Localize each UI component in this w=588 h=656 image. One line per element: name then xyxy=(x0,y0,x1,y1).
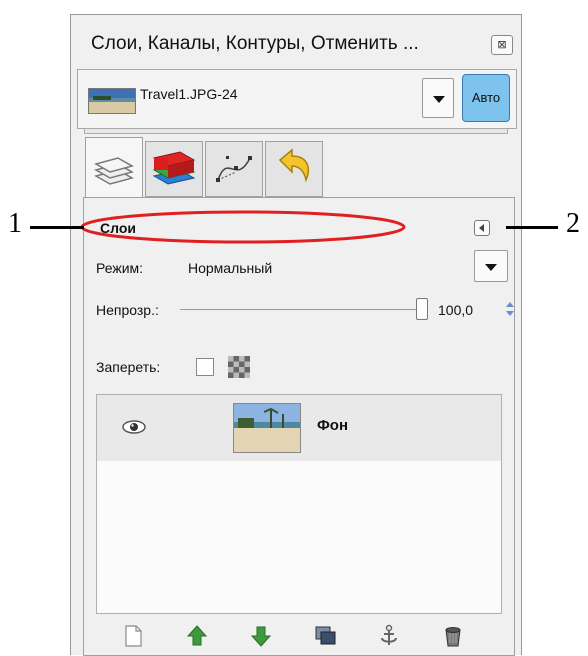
annotation-overlay xyxy=(80,210,406,244)
annotation-label-1: 1 xyxy=(8,208,22,239)
annotation-line-2 xyxy=(506,226,558,229)
annotation-label-2: 2 xyxy=(566,208,580,239)
annotation-line-1 xyxy=(30,226,84,229)
highlight-ellipse xyxy=(80,210,406,244)
